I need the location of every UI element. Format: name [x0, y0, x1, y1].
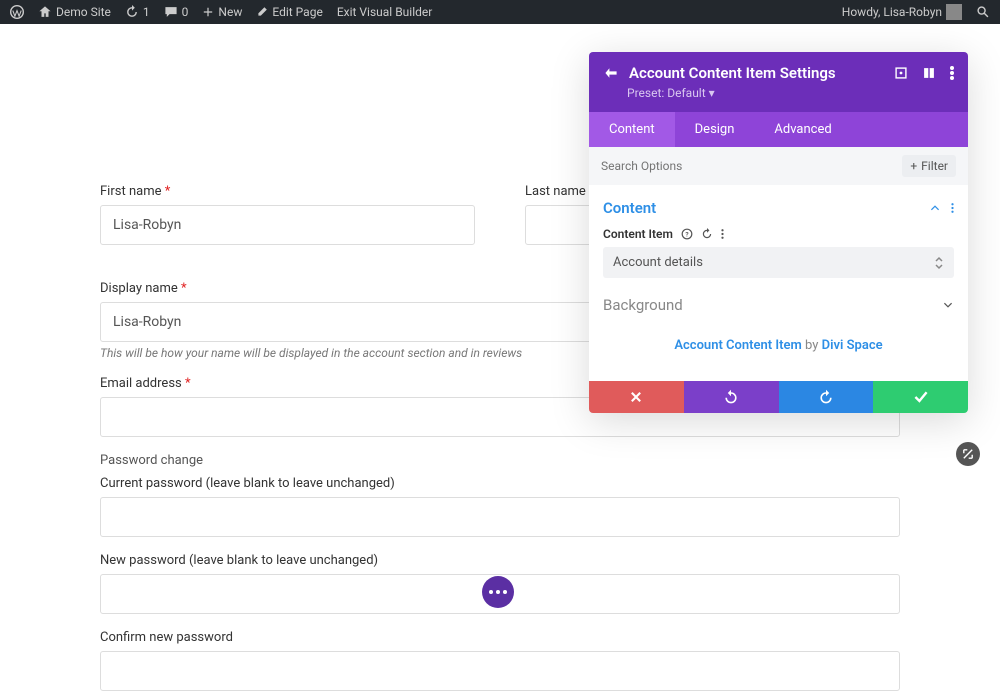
cancel-button[interactable]: [589, 381, 684, 413]
panel-search-bar: +Filter: [589, 147, 968, 185]
current-password-label: Current password (leave blank to leave u…: [100, 476, 900, 491]
admin-bar-right: Howdy, Lisa-Robyn: [842, 4, 990, 20]
credit-author[interactable]: Divi Space: [822, 338, 883, 353]
reset-icon[interactable]: [701, 228, 713, 240]
filter-button[interactable]: +Filter: [902, 155, 956, 177]
redo-button[interactable]: [779, 381, 874, 413]
wp-logo[interactable]: [10, 5, 24, 19]
howdy-label: Howdy, Lisa-Robyn: [842, 5, 942, 19]
tab-content[interactable]: Content: [589, 112, 675, 147]
content-section-head[interactable]: Content: [603, 199, 954, 217]
tab-design[interactable]: Design: [675, 112, 755, 147]
chevron-down-icon: ▾: [709, 86, 715, 100]
plus-icon: +: [910, 159, 917, 173]
panel-tabs: Content Design Advanced: [589, 112, 968, 147]
resize-icon: [961, 447, 975, 461]
required-asterisk: *: [165, 184, 171, 199]
required-asterisk: *: [185, 376, 191, 391]
site-name[interactable]: Demo Site: [38, 5, 111, 19]
admin-bar-left: Demo Site 1 0 New Edit Page Exit Visual …: [10, 5, 432, 19]
search-options-input[interactable]: [601, 159, 902, 173]
select-arrows-icon: [934, 256, 944, 270]
howdy[interactable]: Howdy, Lisa-Robyn: [842, 4, 962, 20]
columns-icon[interactable]: [922, 66, 936, 80]
back-arrow-icon[interactable]: [603, 65, 619, 81]
more-icon[interactable]: [950, 66, 954, 80]
field-more-icon[interactable]: [721, 228, 724, 240]
panel-title: Account Content Item Settings: [629, 64, 884, 82]
password-section-title: Password change: [100, 453, 900, 468]
content-section-title: Content: [603, 199, 656, 217]
svg-text:?: ?: [685, 230, 688, 238]
current-password-input[interactable]: [100, 497, 900, 537]
background-section-head[interactable]: Background: [603, 278, 954, 324]
edit-page[interactable]: Edit Page: [256, 5, 322, 19]
comments-count-label: 0: [182, 5, 189, 19]
dots-icon: [489, 590, 507, 594]
first-name-input[interactable]: [100, 205, 475, 245]
exit-builder[interactable]: Exit Visual Builder: [337, 5, 433, 19]
refresh-count-label: 1: [143, 5, 150, 19]
content-item-value: Account details: [613, 255, 703, 270]
content-item-select[interactable]: Account details: [603, 247, 954, 278]
exit-builder-label: Exit Visual Builder: [337, 5, 433, 19]
tab-advanced[interactable]: Advanced: [754, 112, 851, 147]
required-asterisk: *: [181, 281, 187, 296]
new-button[interactable]: New: [202, 5, 242, 19]
site-name-label: Demo Site: [56, 5, 111, 19]
panel-preset[interactable]: Preset: Default ▾: [603, 86, 954, 100]
credit-link[interactable]: Account Content Item: [674, 338, 801, 353]
expand-icon[interactable]: [894, 66, 908, 80]
avatar: [946, 4, 962, 20]
comments-count[interactable]: 0: [164, 5, 189, 19]
new-label: New: [218, 5, 242, 19]
help-icon[interactable]: ?: [681, 228, 693, 240]
undo-button[interactable]: [684, 381, 779, 413]
new-password-label: New password (leave blank to leave uncha…: [100, 553, 900, 568]
confirm-password-input[interactable]: [100, 651, 900, 691]
chevron-down-icon: [942, 299, 954, 311]
background-section-title: Background: [603, 296, 683, 314]
content-item-label-row: Content Item ?: [603, 227, 954, 241]
builder-fab[interactable]: [482, 576, 514, 608]
edit-page-label: Edit Page: [272, 5, 322, 19]
save-button[interactable]: [873, 381, 968, 413]
content-item-label: Content Item: [603, 227, 673, 241]
settings-panel: Account Content Item Settings Preset: De…: [589, 52, 968, 413]
resize-handle[interactable]: [956, 442, 980, 466]
section-more-icon[interactable]: [951, 202, 954, 214]
wp-admin-bar: Demo Site 1 0 New Edit Page Exit Visual …: [0, 0, 1000, 24]
search-icon[interactable]: [976, 5, 990, 19]
panel-body: Content Content Item ? Account details B…: [589, 185, 968, 381]
panel-actions: [589, 381, 968, 413]
chevron-up-icon[interactable]: [929, 202, 941, 214]
refresh-count[interactable]: 1: [125, 5, 150, 19]
credit-by: by: [805, 338, 818, 353]
panel-header: Account Content Item Settings Preset: De…: [589, 52, 968, 112]
confirm-password-label: Confirm new password: [100, 630, 900, 645]
first-name-label: First name *: [100, 184, 475, 199]
credit-line: Account Content Item by Divi Space: [603, 324, 954, 367]
